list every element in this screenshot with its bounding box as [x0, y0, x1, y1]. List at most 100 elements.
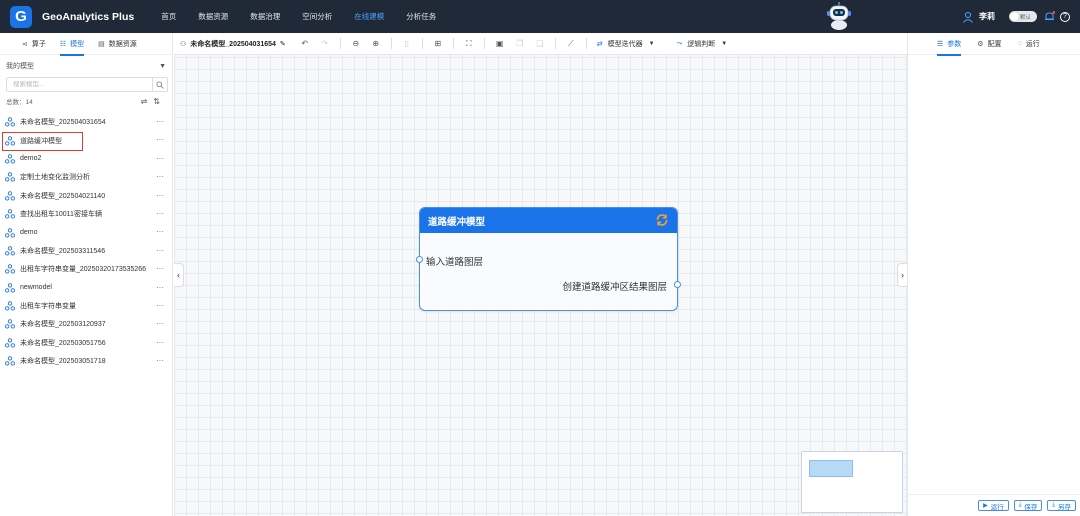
input-port-handle[interactable] [416, 256, 423, 263]
iterator-icon: ⇄ [596, 40, 603, 48]
model-list-item[interactable]: newmodel ··· [0, 279, 172, 297]
search-button[interactable] [152, 78, 167, 91]
fit-view-icon[interactable]: ⛶ [464, 39, 474, 49]
zoom-in-icon[interactable]: ⊕ [371, 39, 381, 48]
model-list-item[interactable]: 未命名模型_202503120937 ··· [0, 315, 172, 333]
layout-icon[interactable]: ⊞ [433, 39, 443, 48]
more-options-icon[interactable]: ··· [156, 338, 164, 347]
model-list-item[interactable]: 未命名模型_202503051756 ··· [0, 334, 172, 352]
tab-operators[interactable]: ⋖ 算子 [22, 33, 46, 55]
download-icon: ⤓ [1052, 502, 1055, 508]
logic-judgment-dropdown[interactable]: ⤳ 逻辑判断 ▼ [677, 39, 728, 49]
search-input[interactable] [7, 81, 152, 88]
more-options-icon[interactable]: ··· [156, 191, 164, 200]
tab-data-resources[interactable]: ▤ 数据资源 [98, 33, 137, 55]
model-title: ⚇ 未命名模型_202504031654 ✎ [180, 39, 286, 49]
model-list-item[interactable]: 未命名模型_202503051718 ··· [0, 352, 172, 370]
help-icon[interactable]: ? [1060, 11, 1070, 22]
params-icon: ☰ [937, 40, 944, 48]
model-icon [5, 338, 15, 348]
more-options-icon[interactable]: ··· [156, 301, 164, 310]
nav-item-online-modeling[interactable]: 在线建模 [354, 11, 384, 22]
filter-icon[interactable]: ⇅ [153, 97, 166, 106]
user-name[interactable]: 李莉 [979, 11, 995, 22]
save-as-button[interactable]: ⤓ 另存 [1047, 500, 1076, 511]
node-header[interactable]: 道路缓冲模型 [420, 208, 677, 233]
model-icon [5, 246, 15, 256]
bell-icon[interactable] [1044, 11, 1055, 22]
minimap-viewport[interactable] [809, 460, 853, 477]
collapse-left-panel-button[interactable]: ‹ [174, 263, 184, 287]
tab-parameters[interactable]: ☰ 参数 [937, 33, 962, 56]
more-options-icon[interactable]: ··· [156, 154, 164, 163]
top-bar: G GeoAnalytics Plus 首页 数据资源 数据治理 空间分析 在线… [0, 0, 1080, 33]
save-button[interactable]: ⤓ 保存 [1013, 500, 1043, 511]
paste-icon[interactable]: ❑ [535, 39, 545, 48]
user-icon[interactable] [962, 11, 974, 23]
model-node[interactable]: 道路缓冲模型 输入道路图层 创建道路缓冲区结果图层 [416, 207, 681, 311]
model-label: newmodel [20, 284, 52, 292]
sort-icon[interactable]: ⇌ [141, 97, 154, 106]
tab-models[interactable]: ☷ 模型 [59, 33, 85, 56]
input-port-label: 输入道路图层 [426, 257, 484, 268]
more-options-icon[interactable]: ··· [156, 172, 164, 181]
model-list-item[interactable]: 道路缓冲模型 ··· [0, 131, 172, 152]
model-list-item[interactable]: 定制土地变化监测分析 ··· [0, 168, 172, 186]
copy-icon[interactable]: ❐ [515, 39, 525, 48]
more-options-icon[interactable]: ··· [156, 117, 164, 126]
more-options-icon[interactable]: ··· [156, 264, 164, 273]
model-list-item[interactable]: 出租车字符串变量_20250320173535266 ··· [0, 260, 172, 278]
tab-run[interactable]: ◌ 运行 [1018, 33, 1040, 55]
output-port-handle[interactable] [674, 281, 681, 288]
model-iterator-dropdown[interactable]: ⇄ 模型迭代器 ▼ [597, 39, 655, 49]
app-logo[interactable]: G [10, 5, 32, 28]
nav-item-data-resources[interactable]: 数据资源 [198, 11, 228, 22]
connector-icon[interactable]: ⟋ [566, 39, 576, 49]
model-list-item[interactable]: 出租车字符串变量 ··· [0, 297, 172, 315]
model-list-item[interactable]: demo ··· [0, 223, 172, 241]
nav-item-analysis-tasks[interactable]: 分析任务 [406, 11, 436, 22]
canvas-toolbar: ⚇ 未命名模型_202504031654 ✎ ↶ ↷ ⊖ ⊕ ▯ ⊞ ⛶ ▣ ❐… [174, 33, 907, 55]
right-footer: ▶ 运行 ⤓ 保存 ⤓ 另存 [908, 494, 1080, 516]
model-canvas[interactable]: ⚇ 未命名模型_202504031654 ✎ ↶ ↷ ⊖ ⊕ ▯ ⊞ ⛶ ▣ ❐… [174, 33, 907, 516]
my-models-header[interactable]: 我的模型 ▼ [0, 55, 172, 77]
model-list-item[interactable]: 未命名模型_202504031654 ··· [0, 113, 172, 131]
model-list-item[interactable]: demo2 ··· [0, 150, 172, 168]
caret-down-icon[interactable]: ▼ [159, 63, 166, 70]
refresh-icon[interactable] [655, 213, 669, 227]
theme-toggle[interactable]: 默认 [1009, 11, 1037, 22]
search-icon [156, 80, 164, 89]
more-options-icon[interactable]: ··· [156, 283, 164, 292]
delete-icon[interactable]: ▯ [402, 39, 412, 48]
model-list-item[interactable]: 未命名模型_202503311546 ··· [0, 242, 172, 260]
zoom-out-icon[interactable]: ⊖ [351, 39, 361, 48]
more-options-icon[interactable]: ··· [156, 227, 164, 236]
more-options-icon[interactable]: ··· [156, 246, 164, 255]
collapse-right-panel-button[interactable]: › [897, 263, 907, 287]
minimap[interactable] [801, 451, 903, 513]
nav-item-home[interactable]: 首页 [161, 11, 176, 22]
play-icon: ▶ [983, 503, 988, 509]
model-label: 出租车字符串变量_20250320173535266 [20, 266, 147, 274]
app-title: GeoAnalytics Plus [42, 10, 135, 23]
tab-label: 运行 [1025, 40, 1040, 48]
model-icon [5, 172, 15, 182]
run-button[interactable]: ▶ 运行 [978, 500, 1009, 511]
robot-assistant-icon[interactable] [824, 2, 854, 31]
tab-config[interactable]: ⚙ 配置 [977, 33, 1001, 55]
more-options-icon[interactable]: ··· [156, 356, 164, 365]
image-export-icon[interactable]: ▣ [495, 39, 505, 48]
tab-label: 数据资源 [108, 40, 137, 48]
nav-item-spatial-analysis[interactable]: 空间分析 [302, 11, 332, 22]
model-list-item[interactable]: 未命名模型_202504021140 ··· [0, 187, 172, 205]
undo-icon[interactable]: ↶ [300, 39, 310, 48]
model-label: 定制土地变化监测分析 [20, 174, 90, 182]
model-list-item[interactable]: 查找出租车10011密接车辆 ··· [0, 205, 172, 223]
list-tools: ⇌⇅ [141, 97, 166, 106]
more-options-icon[interactable]: ··· [156, 135, 164, 144]
redo-icon[interactable]: ↷ [320, 39, 330, 48]
more-options-icon[interactable]: ··· [156, 319, 164, 328]
nav-item-data-governance[interactable]: 数据治理 [250, 11, 280, 22]
edit-icon[interactable]: ✎ [280, 40, 286, 48]
more-options-icon[interactable]: ··· [156, 209, 164, 218]
